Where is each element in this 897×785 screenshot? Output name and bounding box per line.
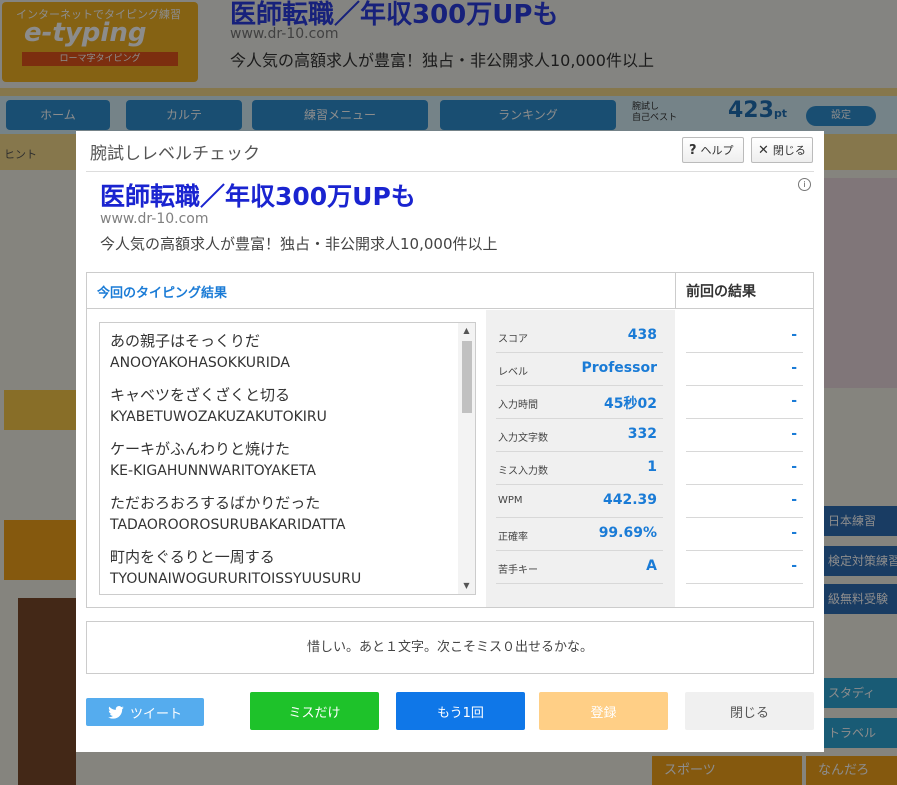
help-button-label: ヘルプ: [700, 144, 734, 157]
stat-label: レベル: [498, 367, 528, 378]
tweet-button-label: ツイート: [129, 706, 182, 722]
stat-value: 438: [627, 327, 657, 343]
retry-button[interactable]: もう1回: [396, 692, 525, 730]
word-japanese: キャベツをざくざくと切る: [110, 386, 291, 404]
prev-time: -: [686, 386, 803, 419]
stat-accuracy: 正確率 99.69%: [496, 518, 663, 551]
stat-label: WPM: [498, 495, 523, 506]
prev-chars: -: [686, 419, 803, 452]
prev-value: -: [791, 558, 797, 574]
word-list-scrollbar[interactable]: ▲ ▼: [458, 323, 475, 594]
list-item: ケーキがふんわりと焼けた KE-KIGAHUNNWARITOYAKETA: [110, 437, 448, 481]
stat-score: スコア 438: [496, 320, 663, 353]
dialog-title: 腕試しレベルチェック: [90, 144, 260, 164]
list-item: ただおろおろするばかりだった TADAOROOROSURUBAKARIDATTA: [110, 491, 448, 535]
word-romaji: ANOOYAKOHASOKKURIDA: [110, 355, 291, 371]
word-romaji: KYABETUWOZAKUZAKUTOKIRU: [110, 409, 327, 425]
prev-value: -: [791, 492, 797, 508]
prev-value: -: [791, 525, 797, 541]
close-button[interactable]: 閉じる: [685, 692, 814, 730]
list-item: あの親子はそっくりだ ANOOYAKOHASOKKURIDA: [110, 329, 448, 373]
close-header-label: 閉じる: [772, 144, 806, 157]
stat-level: レベル Professor: [496, 353, 663, 386]
results-panel: 今回のタイピング結果 前回の結果 あの親子はそっくりだ ANOOYAKOHASO…: [86, 272, 814, 608]
word-romaji: TADAOROOROSURUBAKARIDATTA: [110, 517, 346, 533]
stat-label: 入力時間: [498, 400, 538, 411]
level-check-dialog: 腕試しレベルチェック ? ヘルプ ✕ 閉じる 医師転職／年収300万UPも ww…: [76, 131, 824, 752]
word-japanese: あの親子はそっくりだ: [110, 332, 261, 350]
word-list: あの親子はそっくりだ ANOOYAKOHASOKKURIDA キャベツをざくざく…: [100, 323, 458, 594]
list-item: 町内をぐるりと一周する TYOUNAIWOGURURITOISSYUUSURU: [110, 545, 448, 589]
close-icon: ✕: [758, 142, 769, 158]
tweet-button[interactable]: ツイート: [86, 698, 204, 726]
previous-stats: - - - - - - - -: [676, 310, 813, 607]
word-romaji: KE-KIGAHUNNWARITOYAKETA: [110, 463, 316, 479]
prev-level: -: [686, 353, 803, 386]
scrollbar-thumb[interactable]: [462, 341, 472, 413]
list-item: キャベツをざくざくと切る KYABETUWOZAKUZAKUTOKIRU: [110, 383, 448, 427]
word-japanese: ただおろおろするばかりだった: [110, 494, 321, 512]
prev-value: -: [791, 459, 797, 475]
prev-value: -: [791, 393, 797, 409]
prev-wpm: -: [686, 485, 803, 518]
word-romaji: TYOUNAIWOGURURITOISSYUUSURU: [110, 571, 362, 587]
prev-value: -: [791, 360, 797, 376]
prev-accuracy: -: [686, 518, 803, 551]
stat-value: 99.69%: [598, 525, 657, 541]
miss-only-button[interactable]: ミスだけ: [250, 692, 379, 730]
stat-value: 1: [647, 459, 657, 475]
ad-url[interactable]: www.dr-10.com: [100, 211, 208, 227]
stat-label: 苦手キー: [498, 565, 538, 576]
prev-weak-key: -: [686, 551, 803, 584]
word-japanese: ケーキがふんわりと焼けた: [110, 440, 291, 458]
stat-time: 入力時間 45秒02: [496, 386, 663, 419]
help-button[interactable]: ? ヘルプ: [682, 137, 744, 163]
stat-label: ミス入力数: [498, 466, 548, 477]
ad-title[interactable]: 医師転職／年収300万UPも: [100, 177, 416, 213]
register-button[interactable]: 登録: [539, 692, 668, 730]
current-results-header: 今回のタイピング結果: [87, 273, 676, 309]
stat-value: 332: [627, 426, 657, 442]
stat-label: 正確率: [498, 532, 528, 543]
stat-chars: 入力文字数 332: [496, 419, 663, 452]
prev-misses: -: [686, 452, 803, 485]
stat-wpm: WPM 442.39: [496, 485, 663, 518]
prev-value: -: [791, 327, 797, 343]
stat-misses: ミス入力数 1: [496, 452, 663, 485]
scroll-up-icon[interactable]: ▲: [458, 323, 475, 339]
previous-results-header: 前回の結果: [676, 273, 813, 309]
scroll-down-icon[interactable]: ▼: [458, 578, 475, 594]
current-stats: スコア 438 レベル Professor 入力時間 45秒02 入力文字数 3…: [486, 310, 675, 607]
twitter-bird-icon: [108, 705, 124, 719]
typed-words-list[interactable]: あの親子はそっくりだ ANOOYAKOHASOKKURIDA キャベツをざくざく…: [99, 322, 476, 595]
stat-label: 入力文字数: [498, 433, 548, 444]
question-icon: ?: [689, 142, 697, 158]
title-divider: [86, 171, 814, 172]
stat-weak-key: 苦手キー A: [496, 551, 663, 584]
stat-value: Professor: [581, 360, 657, 376]
close-header-button[interactable]: ✕ 閉じる: [751, 137, 813, 163]
ad-description: 今人気の高額求人が豊富！独占・非公開求人10,000件以上: [100, 235, 498, 253]
stat-value: A: [646, 558, 657, 574]
stat-value: 45秒02: [604, 396, 657, 412]
prev-value: -: [791, 426, 797, 442]
stat-label: スコア: [498, 334, 528, 345]
prev-score: -: [686, 320, 803, 353]
result-message: 惜しい。あと１文字。次こそミス０出せるかな。: [86, 621, 814, 674]
ad-info-icon[interactable]: i: [798, 178, 811, 191]
word-japanese: 町内をぐるりと一周する: [110, 548, 275, 566]
stat-value: 442.39: [602, 492, 657, 508]
